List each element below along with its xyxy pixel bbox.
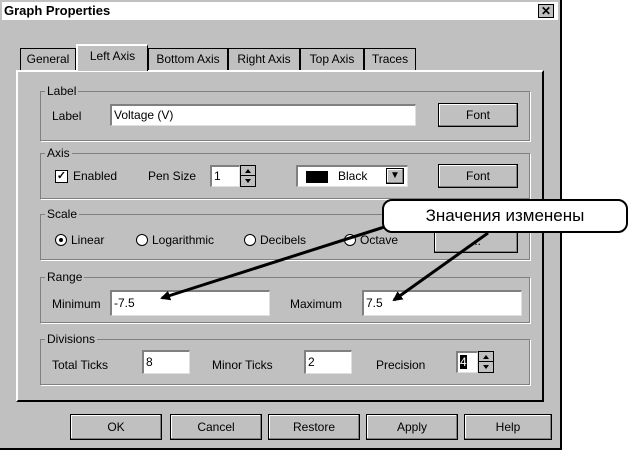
arrow-to-minimum [160,220,401,301]
arrow-to-maximum [392,231,489,302]
annotation-callout: Значения изменены [382,199,628,233]
